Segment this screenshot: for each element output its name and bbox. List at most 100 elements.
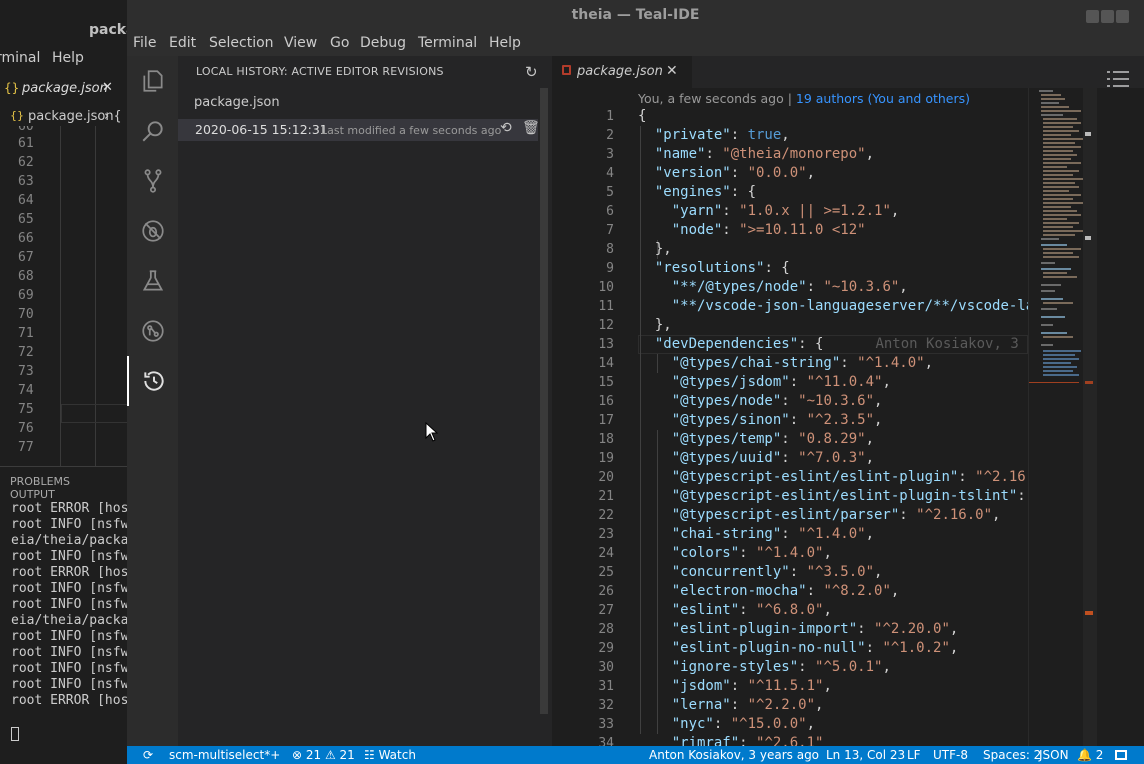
line-number: 10 (598, 280, 614, 295)
code-token: "rimraf" (671, 735, 740, 746)
debug-icon[interactable] (127, 206, 178, 256)
status-bar: ⟳ scm-multiselect*+ ⊗ 21 ⚠ 21 ☷ Watch An… (127, 746, 1144, 764)
minimap[interactable] (1028, 88, 1083, 746)
problems-count[interactable]: ⊗ 21 ⚠ 21 (292, 748, 355, 762)
bg-line-number: 76 (18, 421, 34, 436)
watch-button[interactable]: ☷ Watch (364, 748, 416, 762)
code-line: "**/@types/node": "~10.3.6", (638, 278, 1028, 297)
line-number: 12 (598, 318, 614, 333)
code-line: "**/vscode-json-languageserver/**/vscode… (638, 297, 1028, 316)
bg-tab-problems[interactable]: PROBLEMS (10, 475, 70, 488)
git-branch[interactable]: scm-multiselect*+ (169, 748, 280, 762)
bg-editor-tab[interactable]: {} package.json ✕ (0, 78, 130, 102)
revision-date: 2020-06-15 15:12:31 (195, 122, 328, 137)
bg-line-number: 72 (18, 345, 34, 360)
code-token: : (730, 697, 748, 713)
code-token: : (722, 222, 740, 238)
terminal-line: root ERROR [hos (11, 501, 129, 516)
menu-debug[interactable]: Debug (360, 35, 406, 51)
minimize-button[interactable] (1086, 10, 1099, 23)
line-number: 4 (606, 166, 614, 181)
bg-line-number: 70 (18, 307, 34, 322)
menu-view[interactable]: View (284, 35, 317, 51)
menu-file[interactable]: File (133, 35, 156, 51)
menu-terminal[interactable]: Terminal (418, 35, 477, 51)
bg-menu-terminal[interactable]: rminal (0, 50, 40, 66)
menu-selection[interactable]: Selection (209, 35, 274, 51)
menu-help[interactable]: Help (489, 35, 521, 51)
json-file-icon: {} (4, 81, 20, 95)
blame-status[interactable]: Anton Kosiakov, 3 years ago (649, 748, 819, 762)
explorer-icon[interactable] (127, 56, 178, 106)
tab-package-json[interactable]: package.json ✕ (552, 56, 692, 88)
encoding[interactable]: UTF-8 (933, 748, 968, 762)
notifications[interactable]: 🔔 2 (1077, 748, 1103, 762)
language-mode[interactable]: JSON (1039, 748, 1069, 762)
code-token: "^11.5.1" (747, 678, 824, 694)
sync-icon[interactable]: ⟳ (143, 748, 153, 762)
line-number: 9 (606, 261, 614, 276)
close-icon[interactable]: ✕ (666, 63, 678, 79)
editor-scrollbar[interactable] (1083, 88, 1097, 746)
code-token: "@types/temp" (671, 431, 782, 447)
search-icon[interactable] (127, 106, 178, 156)
cursor-position[interactable]: Ln 13, Col 23 (826, 748, 905, 762)
bg-menu-help[interactable]: Help (52, 50, 84, 66)
terminal-line: root INFO [nsfw (11, 677, 129, 692)
indentation[interactable]: Spaces: 2 (983, 748, 1041, 762)
code-token: : (781, 526, 799, 542)
sidebar-scrollbar[interactable] (540, 88, 548, 714)
eol[interactable]: LF (907, 748, 921, 762)
menu-go[interactable]: Go (330, 35, 349, 51)
code-token: "**/vscode-json-languageserver/**/vscode… (671, 298, 1028, 314)
source-control-icon[interactable] (127, 156, 178, 206)
terminal-line: root INFO [nsfw (11, 645, 129, 660)
test-icon[interactable] (127, 256, 178, 306)
code-token: , (806, 716, 816, 732)
code-token: , (890, 583, 900, 599)
code-token: "@types/sinon" (671, 412, 790, 428)
code-token: "@typescript-eslint/eslint-plugin" (671, 469, 959, 485)
close-icon[interactable]: ✕ (102, 80, 113, 95)
line-number: 19 (598, 451, 614, 466)
refresh-icon[interactable]: ↻ (525, 63, 538, 81)
code-line: "@types/chai-string": "^1.4.0", (638, 354, 1028, 373)
restore-icon[interactable]: ⟲ (500, 120, 512, 136)
code-line: "rimraf": "^2.6.1" (638, 734, 1028, 746)
menu-edit[interactable]: Edit (169, 35, 196, 51)
bg-breadcrumb-file[interactable]: package.json (28, 109, 114, 124)
history-file-label: package.json (194, 95, 280, 110)
code-token: "eslint" (671, 602, 740, 618)
revision-row[interactable]: 2020-06-15 15:12:31 Last modified a few … (178, 119, 540, 141)
code-line: }, (638, 240, 1028, 259)
code-token: "@types/uuid" (671, 450, 782, 466)
history-icon[interactable] (127, 356, 178, 406)
code-editor[interactable]: You, a few seconds ago | 19 authors (You… (552, 88, 1144, 746)
code-token: : (739, 545, 757, 561)
code-line: "jsdom": "^11.5.1", (638, 677, 1028, 696)
close-window-button[interactable] (1116, 10, 1129, 23)
activity-bar (127, 56, 178, 746)
code-token: "yarn" (671, 203, 723, 219)
code-token: , (890, 203, 900, 219)
delete-icon[interactable]: 🗑 (522, 120, 540, 136)
code-token: : (713, 716, 731, 732)
bg-tab-output[interactable]: OUTPUT (10, 488, 55, 501)
authors-link[interactable]: 19 authors (You and others) (796, 91, 970, 106)
layout-icon[interactable] (1115, 750, 1127, 760)
code-line: "@types/sinon": "^2.3.5", (638, 411, 1028, 430)
git-graph-icon[interactable] (127, 306, 178, 356)
mouse-cursor-icon (425, 421, 439, 446)
code-token: "^1.4.0" (756, 545, 824, 561)
maximize-button[interactable] (1101, 10, 1114, 23)
code-token: "0.8.29" (798, 431, 866, 447)
editor-tab-bar: package.json ✕ (552, 56, 1144, 88)
bg-bottom-panel: PROBLEMS OUTPUT root ERROR [hos root INFO… (0, 466, 130, 748)
code-token: : (781, 431, 799, 447)
